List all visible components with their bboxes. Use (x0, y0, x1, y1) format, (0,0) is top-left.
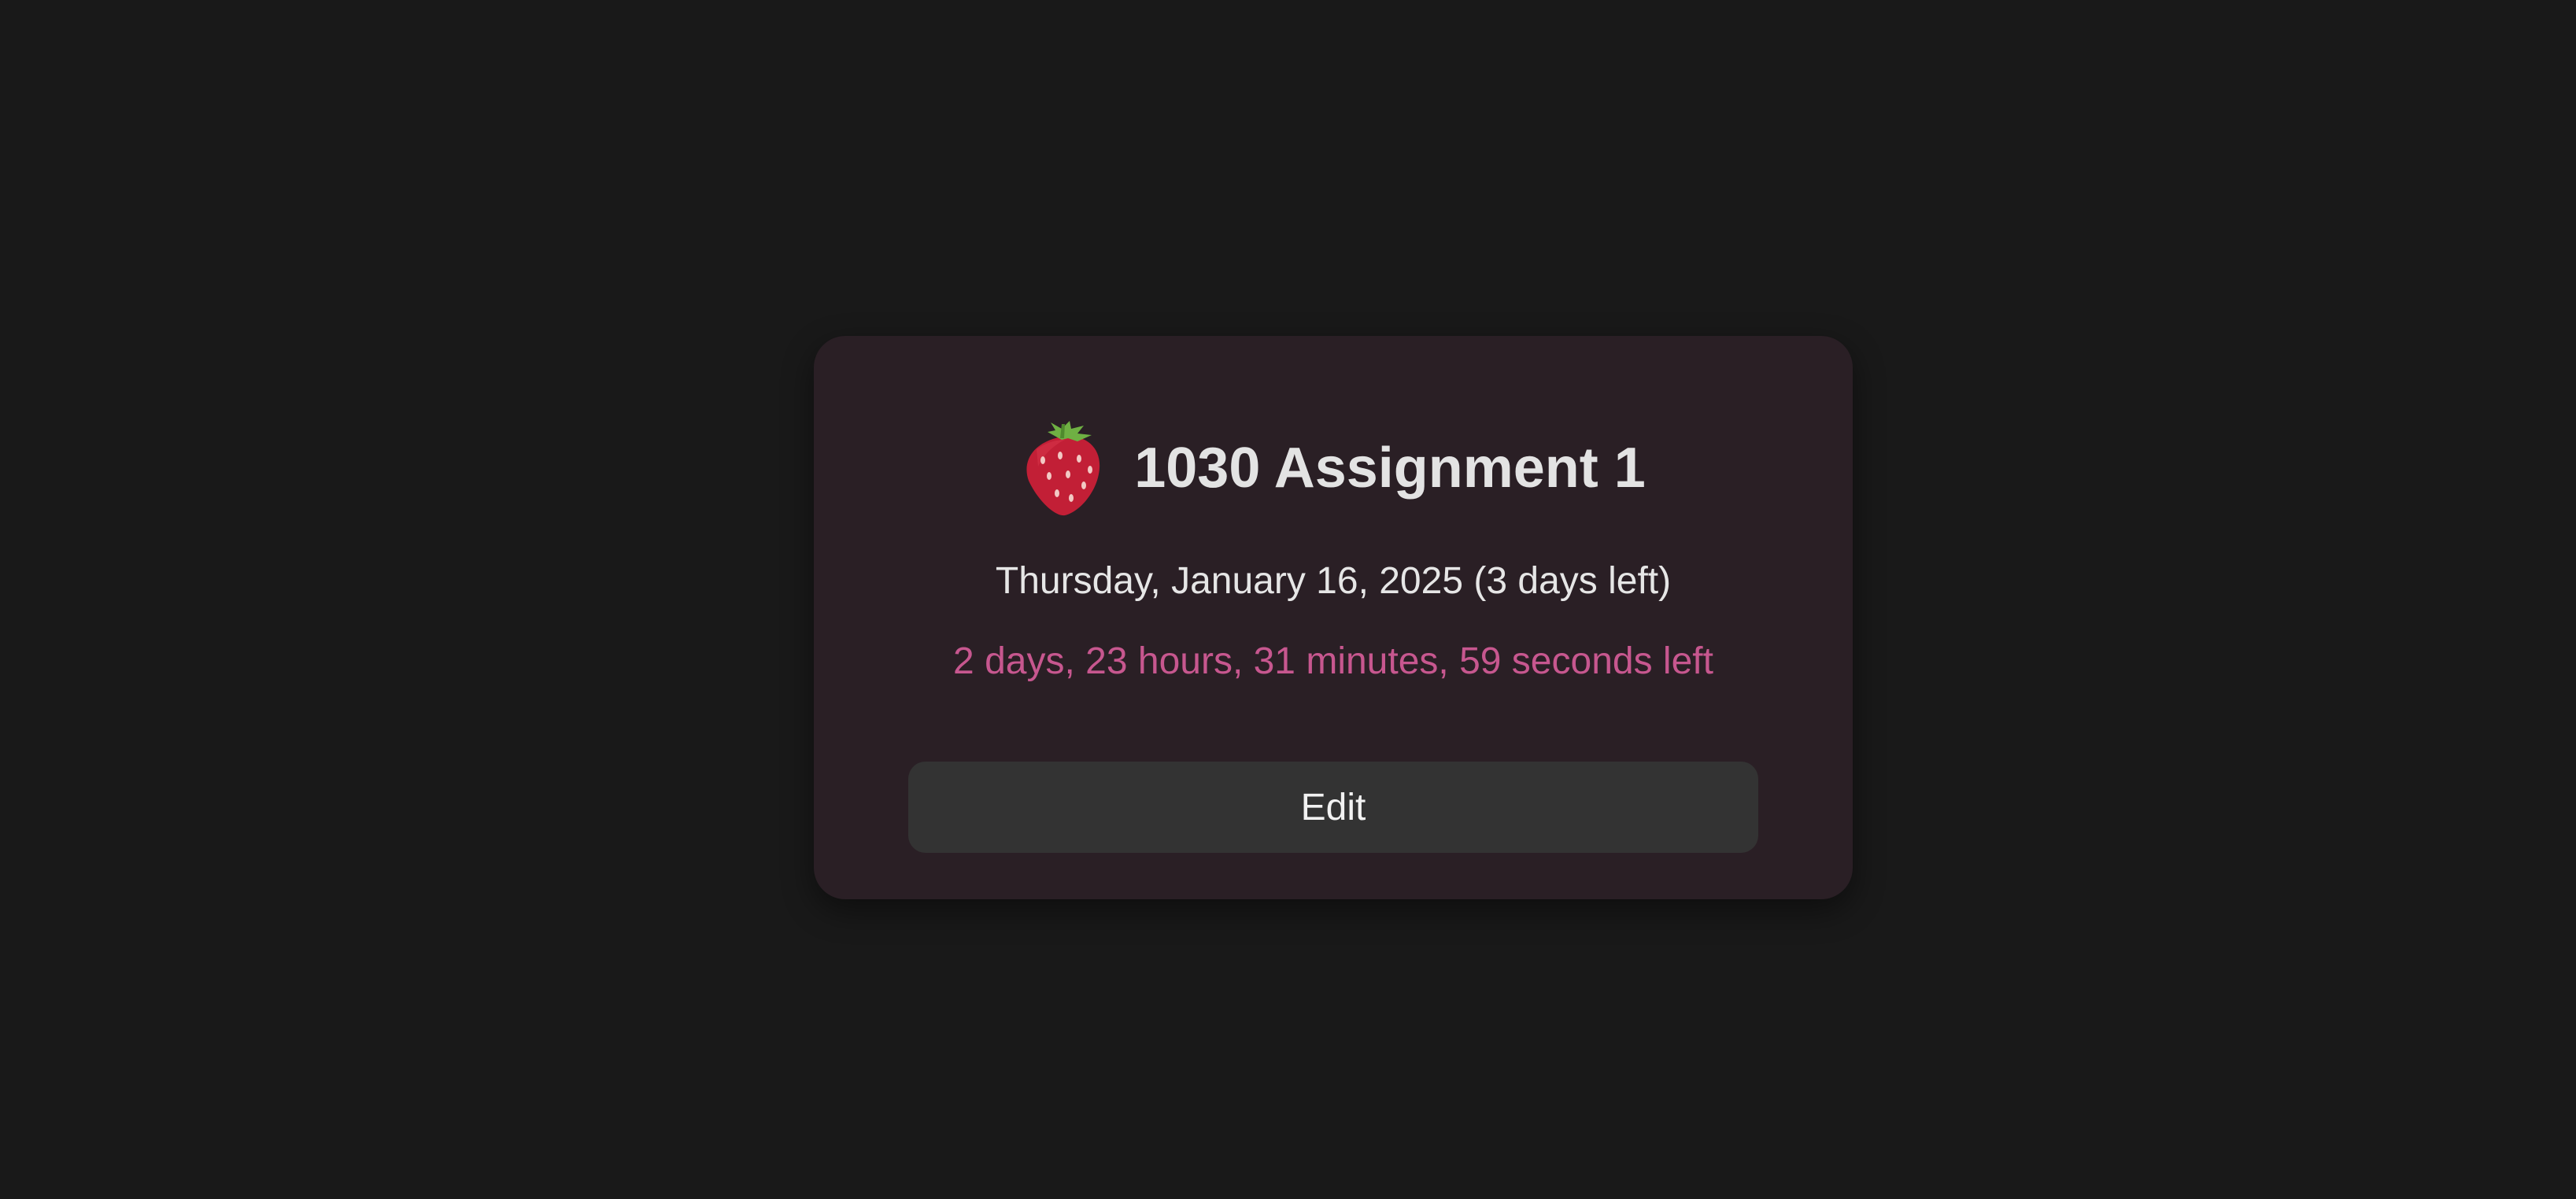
countdown-text: 2 days, 23 hours, 31 minutes, 59 seconds… (953, 640, 1713, 682)
title-row: 1030 Assignment 1 (814, 419, 1853, 517)
strawberry-icon (1021, 419, 1103, 517)
assignment-title: 1030 Assignment 1 (1134, 437, 1646, 500)
due-date-text: Thursday, January 16, 2025 (3 days left) (995, 560, 1672, 602)
assignment-card: 1030 Assignment 1 Thursday, January 16, … (814, 336, 1853, 899)
edit-button[interactable]: Edit (908, 762, 1758, 853)
